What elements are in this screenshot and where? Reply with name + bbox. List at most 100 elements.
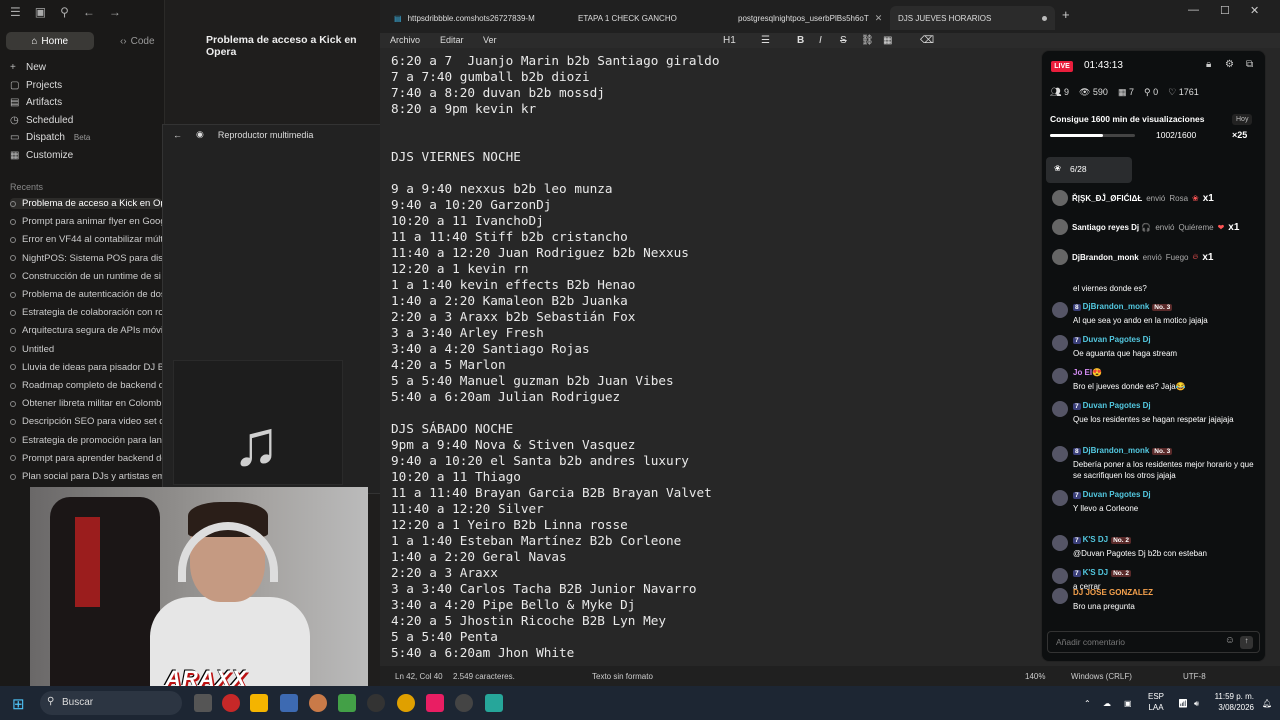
recent-conversation[interactable]: Construcción de un runtime de si [10, 271, 162, 282]
message-user[interactable]: 7 Duvan Pagotes Dj [1073, 401, 1151, 410]
gift-user[interactable]: Santiago reyes Dj 🎧 [1072, 223, 1151, 232]
username[interactable]: DJ JOSE GONZALEZ [1073, 588, 1153, 597]
recent-conversation[interactable]: Descripción SEO para video set d [10, 416, 162, 427]
menu-ver[interactable]: Ver [483, 35, 497, 45]
close-tab-icon[interactable]: ✕ [875, 13, 883, 24]
onedrive-icon[interactable]: ☁ [1103, 698, 1111, 709]
tiktok-icon[interactable] [426, 694, 444, 712]
username[interactable]: Duvan Pagotes Dj [1083, 401, 1151, 410]
username[interactable]: K'S DJ [1083, 535, 1108, 544]
search-icon[interactable]: ⚲ [60, 5, 69, 19]
tab-dribbble[interactable]: ▤ httpsdribbble.comshots26727839-M [386, 6, 562, 30]
tray-app-icon[interactable]: ▣ [1124, 698, 1132, 709]
send-icon[interactable]: ↑ [1240, 636, 1253, 649]
tray-chevron-icon[interactable]: ⌃ [1084, 698, 1091, 709]
nav-customize[interactable]: ▦ Customize [10, 150, 73, 161]
strikethrough-icon[interactable]: S [840, 35, 847, 46]
username[interactable]: DjBrandon_monk [1083, 446, 1150, 455]
volume-icon[interactable]: 🔊︎ [1194, 698, 1199, 709]
username[interactable]: Duvan Pagotes Dj [1083, 335, 1151, 344]
recent-conversation[interactable]: Estrategia de colaboración con rol [10, 307, 162, 318]
nav-dispatch[interactable]: ▭ Dispatch Beta [10, 132, 90, 143]
message-user[interactable]: 8 DjBrandon_monk No. 3 [1073, 446, 1173, 455]
bold-icon[interactable]: B [797, 35, 804, 46]
zoom-level[interactable]: 140% [1025, 672, 1045, 681]
nav-scheduled[interactable]: ◷ Scheduled [10, 115, 73, 126]
recent-conversation[interactable]: Plan social para DJs y artistas eme [10, 471, 162, 482]
task-view-icon[interactable] [194, 694, 212, 712]
maximize-icon[interactable]: ☐ [1220, 4, 1230, 17]
recent-conversation[interactable]: Problema de autenticación de dos [10, 289, 162, 300]
file-explorer-icon[interactable] [250, 694, 268, 712]
recent-conversation[interactable]: Roadmap completo de backend de [10, 380, 162, 391]
message-user[interactable]: 8 DjBrandon_monk No. 3 [1073, 302, 1173, 311]
claude-icon[interactable] [309, 694, 327, 712]
line-ending[interactable]: Windows (CRLF) [1071, 672, 1132, 681]
opera-icon[interactable] [222, 694, 240, 712]
recent-conversation[interactable]: Untitled [10, 344, 162, 355]
menu-editar[interactable]: Editar [440, 35, 464, 45]
italic-icon[interactable]: I [819, 35, 822, 46]
message-user[interactable]: DJ JOSE GONZALEZ [1073, 588, 1153, 597]
message-user[interactable]: 7 Duvan Pagotes Dj [1073, 335, 1151, 344]
recent-conversation[interactable]: NightPOS: Sistema POS para disco [10, 253, 162, 264]
recent-conversation[interactable]: Problema de acceso a Kick en Ope [10, 198, 162, 209]
store-icon[interactable] [280, 694, 298, 712]
unsaved-dot-icon[interactable] [1042, 15, 1047, 21]
emoji-icon[interactable]: ☺ [1225, 635, 1235, 646]
heading-dropdown[interactable]: H1 [723, 35, 736, 46]
message-user[interactable]: 7 K'S DJ No. 2 [1073, 535, 1131, 544]
recent-conversation[interactable]: Prompt para aprender backend de [10, 453, 162, 464]
windows-start-icon[interactable]: ⊞ [12, 695, 30, 713]
message-user[interactable]: Jo El😍 [1073, 368, 1102, 377]
clock[interactable]: 11:59 p. m. 3/08/2026 [1210, 691, 1254, 713]
encoding[interactable]: UTF-8 [1183, 672, 1206, 681]
message-user[interactable]: 7 K'S DJ No. 2 [1073, 568, 1131, 577]
forward-arrow-icon[interactable]: → [109, 5, 121, 19]
notification-bell-icon[interactable]: 🔔︎ [1262, 698, 1272, 709]
username[interactable]: DjBrandon_monk [1083, 302, 1150, 311]
notepad-icon[interactable] [485, 694, 503, 712]
new-tab-icon[interactable]: + [1062, 7, 1070, 22]
lock-icon[interactable]: 🔒︎ [1206, 59, 1211, 70]
message-user[interactable]: 7 Duvan Pagotes Dj [1073, 490, 1151, 499]
username[interactable]: Duvan Pagotes Dj [1083, 490, 1151, 499]
tab-postgresql[interactable]: postgresqlnightpos_userbPlBs5h6oT ✕ [730, 6, 882, 30]
tab-djs-jueves[interactable]: DJS JUEVES HORARIOS [890, 6, 1055, 30]
gift-user[interactable]: DjBrandon_monk [1072, 253, 1139, 262]
recent-conversation[interactable]: Obtener libreta militar en Colomb [10, 398, 162, 409]
text-editor[interactable]: 6:20 a 7 Juanjo Marin b2b Santiago giral… [380, 48, 1040, 666]
recent-conversation[interactable]: Prompt para animar flyer en Goog [10, 216, 162, 227]
menu-archivo[interactable]: Archivo [390, 35, 420, 45]
table-icon[interactable]: ▦ [883, 35, 892, 46]
recent-conversation[interactable]: Error en VF44 al contabilizar múlt [10, 234, 162, 245]
minimize-icon[interactable]: — [1188, 4, 1199, 16]
code-button[interactable]: ‹› Code [94, 32, 182, 50]
gift-user[interactable]: ŘĮŞK_ĐĴ_ØFIĆIΔŁ [1072, 194, 1142, 203]
close-window-icon[interactable]: ✕ [1250, 4, 1259, 17]
github-icon[interactable] [367, 694, 385, 712]
nav-artifacts[interactable]: ▤ Artifacts [10, 97, 62, 108]
username[interactable]: Jo El😍 [1073, 368, 1102, 377]
nav-projects[interactable]: ▢ Projects [10, 80, 62, 91]
panel-toggle-icon[interactable]: ▣ [35, 5, 46, 19]
link-icon[interactable]: ⛓ [861, 35, 874, 46]
comment-input[interactable]: Añadir comentario ☺ ↑ [1047, 631, 1260, 653]
clear-format-icon[interactable]: ⌫ [920, 35, 934, 46]
list-icon[interactable]: ☰ [761, 35, 770, 46]
gift-counter[interactable]: ❀ 6/28 [1046, 157, 1132, 183]
popout-icon[interactable]: ⧉ [1246, 59, 1253, 70]
tab-etapa[interactable]: ETAPA 1 CHECK GANCHO [570, 6, 720, 30]
chrome-icon[interactable] [397, 694, 415, 712]
back-arrow-icon[interactable]: ← [173, 130, 182, 140]
back-arrow-icon[interactable]: ← [83, 5, 95, 19]
conversation-title[interactable]: Problema de acceso a Kick en Opera [206, 34, 380, 58]
whatsapp-icon[interactable] [338, 694, 356, 712]
recent-conversation[interactable]: Lluvia de ideas para pisador DJ B2 [10, 362, 162, 373]
menu-icon[interactable]: ☰ [10, 5, 21, 19]
recent-conversation[interactable]: Estrategia de promoción para lanz [10, 435, 162, 446]
language-indicator[interactable]: ESP LAA [1148, 691, 1164, 713]
network-icon[interactable]: 📶︎ [1178, 698, 1188, 709]
taskbar-search[interactable]: ⚲ Buscar [40, 691, 182, 715]
home-button[interactable]: ⌂ Home [6, 32, 94, 50]
